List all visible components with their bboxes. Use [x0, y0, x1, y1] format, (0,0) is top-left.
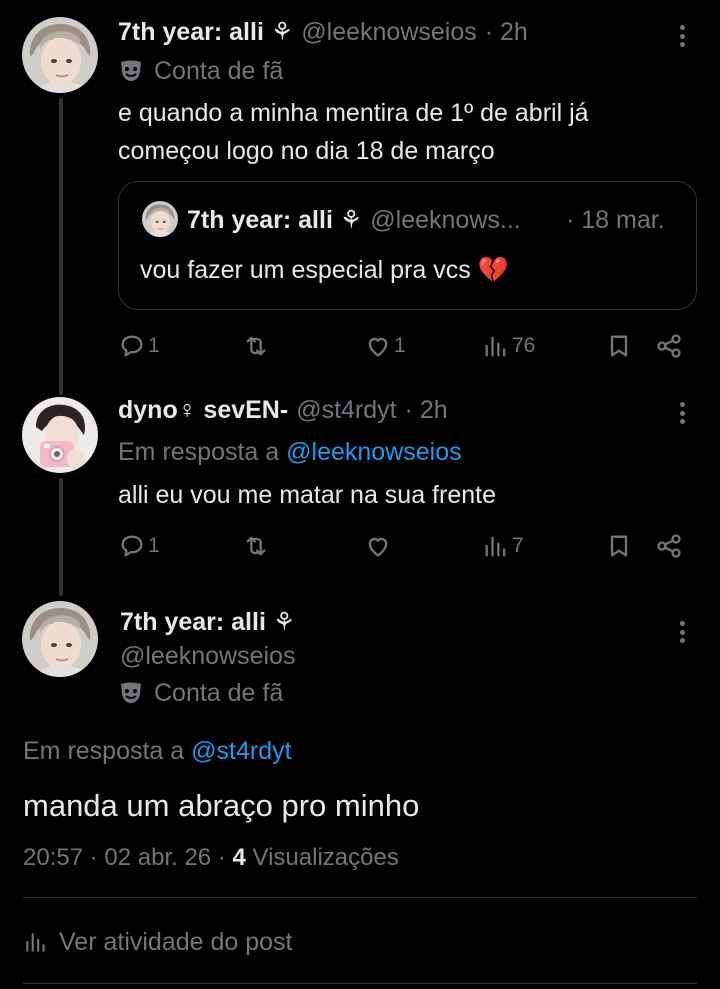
share-icon — [657, 334, 681, 358]
retweet-icon — [246, 536, 266, 556]
reply-button[interactable]: 1 — [118, 331, 160, 361]
retweet-button[interactable] — [242, 331, 270, 361]
like-icon — [368, 537, 388, 557]
bookmark-button[interactable] — [605, 531, 633, 561]
avatar[interactable] — [22, 601, 98, 677]
like-icon — [368, 337, 388, 357]
quote-header: 7th year: alli ⚘ @leeknows... — [187, 204, 521, 236]
display-name[interactable]: 7th year: alli ⚘ — [118, 17, 293, 47]
quote-avatar — [142, 201, 178, 237]
retweet-button[interactable] — [242, 531, 270, 561]
divider — [23, 897, 697, 898]
like-button[interactable]: 1 — [364, 331, 406, 361]
views-count: 76 — [512, 334, 536, 357]
reply-context: Em resposta a @st4rdyt — [23, 735, 292, 767]
tweet-text: alli eu vou me matar na sua frente — [118, 481, 496, 509]
quoted-tweet-card[interactable] — [118, 181, 697, 310]
reply-context: Em resposta a @leeknowseios — [118, 436, 462, 468]
handle[interactable]: @leeknowseios — [120, 640, 295, 672]
fan-account-label: Conta de fã — [118, 677, 283, 709]
reply-prefix: Em resposta a — [118, 438, 280, 466]
tweet-text-line: e quando a minha mentira de 1º de abril … — [118, 99, 589, 127]
quote-text: vou fazer um especial pra vcs 💔 — [140, 256, 509, 284]
share-button[interactable] — [655, 531, 683, 561]
quote-display-name: 7th year: alli ⚘ — [187, 206, 363, 234]
bookmark-icon — [610, 335, 628, 357]
views-count: 7 — [512, 534, 524, 557]
views-button[interactable]: 7 — [482, 531, 524, 561]
reply-count: 1 — [148, 534, 160, 557]
like-button[interactable] — [364, 531, 392, 561]
more-icon[interactable] — [676, 617, 688, 647]
handle[interactable]: @st4rdyt — [296, 396, 396, 425]
thread-line — [59, 478, 63, 596]
display-name[interactable]: dyno♀︎ sevEN- — [118, 396, 288, 425]
handle[interactable]: @leeknowseios — [301, 18, 476, 47]
views-button[interactable]: 76 — [482, 331, 535, 361]
views-icon — [485, 336, 506, 357]
reply-to-link[interactable]: @leeknowseios — [286, 438, 461, 466]
views-count: 4 — [232, 844, 246, 871]
reply-button[interactable]: 1 — [118, 531, 160, 561]
avatar[interactable] — [22, 397, 98, 473]
tweet-timestamp[interactable]: 20:57 · 02 abr. 26 · — [23, 844, 226, 871]
comment-icon — [121, 335, 143, 357]
thread-line — [59, 98, 63, 395]
theater-masks-icon — [121, 682, 141, 703]
share-button[interactable] — [655, 331, 683, 361]
quote-timestamp: · 18 mar. — [566, 206, 665, 234]
views-icon — [26, 933, 45, 952]
divider — [23, 983, 697, 984]
tweet-meta: 20:57 · 02 abr. 26 · 4 Visualizações — [23, 842, 399, 874]
bookmark-button[interactable] — [605, 331, 633, 361]
tweet-header: dyno♀︎ sevEN- @st4rdyt · 2h — [118, 394, 448, 426]
share-icon — [657, 534, 681, 558]
reply-count: 1 — [148, 334, 160, 357]
badge-text: Conta de fã — [154, 56, 284, 85]
more-icon[interactable] — [676, 398, 688, 428]
fan-account-label: Conta de fã — [118, 55, 283, 87]
timestamp[interactable]: · 2h — [485, 18, 528, 47]
tweet-text-line: começou logo no dia 18 de março — [118, 137, 495, 165]
avatar[interactable] — [22, 17, 98, 93]
views-icon — [485, 536, 506, 557]
like-count: 1 — [394, 334, 406, 357]
views-label: Visualizações — [252, 844, 399, 871]
display-name[interactable]: 7th year: alli ⚘ — [120, 606, 295, 638]
view-post-activity-link[interactable]: Ver atividade do post — [23, 925, 293, 959]
timestamp[interactable]: · 2h — [405, 396, 448, 425]
main-tweet-text: manda um abraço pro minho — [23, 788, 420, 823]
more-icon[interactable] — [676, 21, 688, 51]
reply-to-link[interactable]: @st4rdyt — [191, 737, 291, 765]
badge-text: Conta de fã — [154, 678, 284, 707]
bookmark-icon — [610, 535, 628, 557]
reply-prefix: Em resposta a — [23, 737, 185, 765]
retweet-icon — [246, 336, 266, 356]
activity-label: Ver atividade do post — [59, 927, 293, 956]
tweet-header: 7th year: alli ⚘ @leeknowseios · 2h — [118, 16, 528, 48]
comment-icon — [121, 535, 143, 557]
theater-masks-icon — [121, 60, 141, 81]
quote-handle: @leeknows... — [370, 205, 521, 234]
